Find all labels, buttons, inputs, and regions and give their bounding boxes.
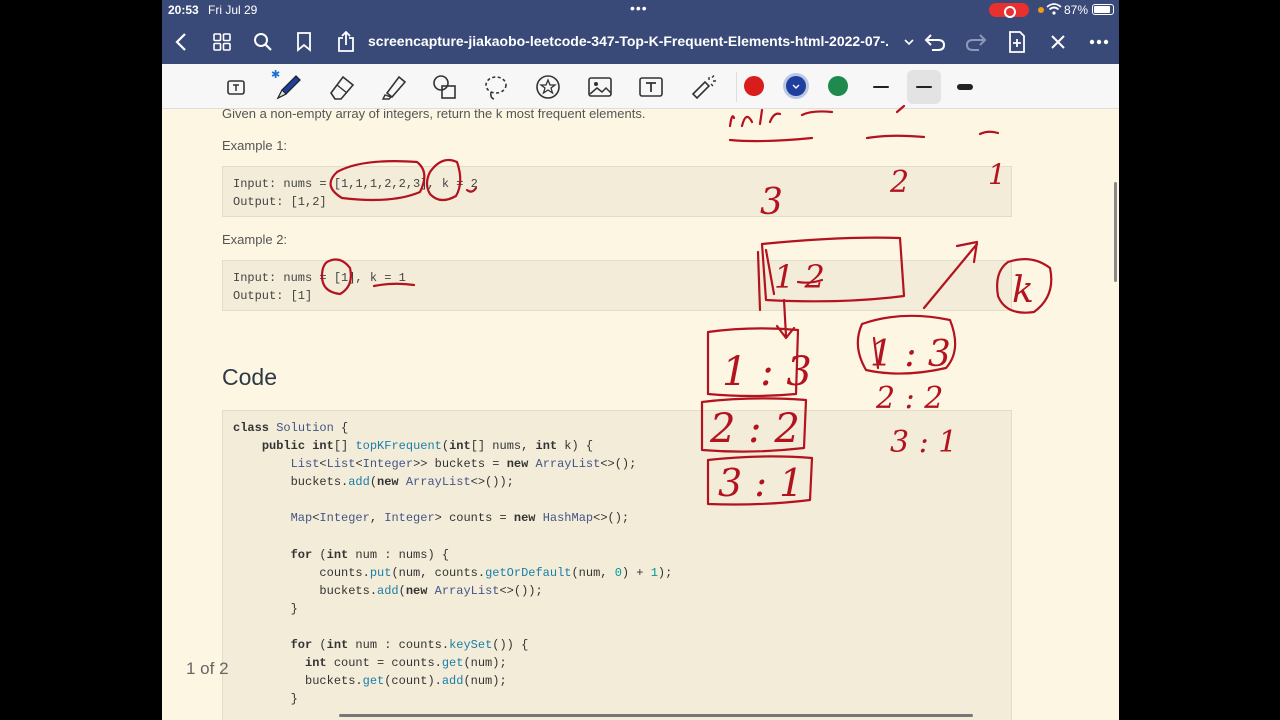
chevron-down-icon [792,84,800,89]
code-line: counts.put(num, counts.getOrDefault(num,… [233,565,673,580]
code-line: } [233,692,298,707]
laser-pointer-icon[interactable] [688,72,718,102]
redo-icon[interactable] [963,29,989,55]
code-line: int count = counts.get(num); [305,656,507,671]
status-time: 20:53 [168,3,199,17]
code-line: buckets.add(new ArrayList<>()); [233,475,514,490]
color-swatch-blue[interactable] [786,76,806,96]
stroke-thick-button[interactable] [950,72,980,102]
sticker-icon[interactable] [533,72,563,102]
code-line: for (int num : counts.keySet()) { [290,638,529,653]
search-icon[interactable] [250,29,276,55]
multitasking-dots-icon[interactable]: ••• [630,0,648,16]
more-icon[interactable] [1086,29,1112,55]
document-title[interactable]: screencapture-jiakaobo-leetcode-347-Top-… [368,33,888,49]
thumbnails-icon[interactable] [209,29,235,55]
stroke-medium-button[interactable] [907,70,941,104]
wifi-icon [1046,2,1062,19]
undo-icon[interactable] [922,29,948,55]
example-2-label: Example 2: [222,232,288,247]
code-line: } [233,601,298,616]
example-1-input: Input: nums = [1,1,1,2,2,3], k = 2 [233,177,478,191]
code-line: public int[] topKFrequent(int[] nums, in… [261,439,594,454]
mic-indicator-icon [1038,7,1044,13]
text-select-icon[interactable] [222,72,252,102]
annotation-toolbar: ✱ [162,64,1119,109]
example-1-box: Input: nums = [1,1,1,2,2,3], k = 2 Output… [222,166,1012,217]
share-icon[interactable] [333,29,359,55]
battery-percent: 87% [1064,3,1089,17]
document-page: Given a non-empty array of integers, ret… [162,109,1119,720]
eraser-icon[interactable] [327,72,357,102]
status-bar: 20:53 Fri Jul 29 ••• 87% [162,0,1119,20]
chevron-down-icon[interactable] [896,29,922,55]
vertical-scrollbar[interactable] [1114,182,1117,282]
code-line: List<List<Integer>> buckets = new ArrayL… [290,457,637,472]
screen-recording-icon[interactable] [989,3,1029,18]
ipad-screen: 20:53 Fri Jul 29 ••• 87% screencapture-j… [162,0,1119,720]
example-1-output: Output: [1,2] [233,195,327,209]
code-line: class Solution { [233,421,349,435]
add-page-icon[interactable] [1004,29,1030,55]
code-heading: Code [222,364,277,390]
code-line: buckets.get(count).add(num); [233,674,507,689]
text-box-icon[interactable] [636,72,666,102]
page-indicator: 1 of 2 [186,659,229,678]
lasso-icon[interactable] [481,72,511,102]
bookmark-icon[interactable] [291,29,317,55]
bluetooth-icon: ✱ [271,69,281,81]
stroke-thin-button[interactable] [866,72,896,102]
code-line: for (int num : nums) { [290,547,450,562]
color-swatch-red[interactable] [744,76,764,96]
example-2-output: Output: [1] [233,289,313,303]
horizontal-scrollbar[interactable] [339,714,973,717]
image-icon[interactable] [585,72,615,102]
code-line: Map<Integer, Integer> counts = new HashM… [290,511,630,526]
shapes-icon[interactable] [430,72,460,102]
code-line: buckets.add(new ArrayList<>()); [233,583,543,598]
example-2-input: Input: nums = [1], k = 1 [233,271,406,285]
color-swatch-green[interactable] [828,76,848,96]
battery-icon [1092,4,1114,15]
toolbar-divider [736,72,737,102]
problem-description: Given a non-empty array of integers, ret… [222,109,646,121]
example-1-label: Example 1: [222,138,288,153]
close-icon[interactable] [1045,29,1071,55]
code-block: class Solution { public int[] topKFreque… [222,410,1012,720]
example-2-box: Input: nums = [1], k = 1 Output: [1] [222,260,1012,311]
nav-bar: screencapture-jiakaobo-leetcode-347-Top-… [162,20,1119,64]
status-date: Fri Jul 29 [208,3,258,17]
highlighter-icon[interactable] [378,72,408,102]
back-icon[interactable] [168,29,194,55]
